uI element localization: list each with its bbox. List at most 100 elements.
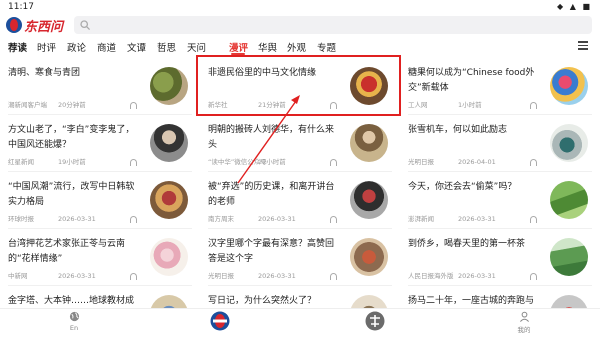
headphone-icon[interactable] xyxy=(530,273,537,280)
article-date: 19小时前 xyxy=(58,158,86,166)
article-thumbnail xyxy=(350,238,388,276)
article-date: 2026-03-31 xyxy=(258,272,296,280)
article-date: 2026-03-31 xyxy=(58,215,96,223)
article-card[interactable]: 扬马二十年，一座古城的奔跑与 xyxy=(400,286,596,308)
article-card[interactable]: 明朝的搬砖人刘德华，有什么来头 “读中华”微信公众号 22小时前 xyxy=(200,115,396,172)
article-source: 环球时报 xyxy=(8,215,34,223)
article-title: 清明、寒食与青团 xyxy=(8,68,81,78)
article-thumbnail xyxy=(150,67,188,105)
article-card[interactable]: 方文山老了，“李白”变李鬼了，中国风还能爆？ 红星新闻 19小时前 xyxy=(0,115,196,172)
article-thumbnail xyxy=(550,238,588,276)
article-date: 2026-03-31 xyxy=(458,215,496,223)
article-title: 今天，你还会去“偷菜”吗？ xyxy=(408,182,517,192)
globe-icon xyxy=(69,311,79,322)
tab-english[interactable]: En xyxy=(44,311,104,332)
article-title: 金字塔、大本钟……地球教材成 xyxy=(8,296,135,306)
article-source: 南方周末 xyxy=(208,215,234,223)
article-date: 2026-03-31 xyxy=(258,215,296,223)
article-thumbnail xyxy=(150,181,188,219)
headphone-icon[interactable] xyxy=(130,273,137,280)
headphone-icon[interactable] xyxy=(330,273,337,280)
article-thumbnail xyxy=(550,67,588,105)
tab-channel[interactable]: 荐读 xyxy=(8,40,27,54)
menu-icon[interactable] xyxy=(578,41,588,50)
headphone-icon[interactable] xyxy=(530,216,537,223)
tab-channel[interactable]: 商道 xyxy=(97,40,116,54)
logo-text: 东西问 xyxy=(24,19,64,35)
article-thumbnail xyxy=(550,295,588,308)
tab-channel[interactable]: 文谭 xyxy=(127,40,146,54)
tab-channel[interactable]: 天问 xyxy=(187,40,206,54)
headphone-icon[interactable] xyxy=(330,159,337,166)
tab-channel[interactable]: 外观 xyxy=(287,40,306,54)
article-card[interactable]: 金字塔、大本钟……地球教材成 xyxy=(0,286,196,308)
article-date: 2026-04-01 xyxy=(458,158,496,166)
article-title: 到侨乡，喝春天里的第一杯茶 xyxy=(408,239,526,249)
status-bar: 11:17 ◆ ▲ ■ xyxy=(0,0,600,14)
article-source: 工人网 xyxy=(408,101,428,109)
search-input[interactable] xyxy=(74,16,592,34)
article-title: 写日记，为什么突然火了？ xyxy=(208,296,317,306)
article-source: 澎湃新闻 xyxy=(408,215,434,223)
article-thumbnail xyxy=(150,238,188,276)
channel-tabs: 荐读 时评 政论 商道 文谭 哲思 天问 漫评 华舆 外观 专题 xyxy=(0,38,600,56)
article-title: 明朝的搬砖人刘德华，有什么来头 xyxy=(208,125,335,150)
article-date: 1小时前 xyxy=(458,101,482,109)
tab-channel[interactable]: 政论 xyxy=(67,40,86,54)
article-thumbnail xyxy=(350,181,388,219)
tab-ai-assistant[interactable] xyxy=(345,311,405,333)
tab-channel[interactable]: 漫评 xyxy=(229,40,248,54)
tab-profile[interactable]: 我的 xyxy=(494,311,554,334)
headphone-icon[interactable] xyxy=(530,159,537,166)
article-source: 中新网 xyxy=(8,272,28,280)
top-bar: 东西问 xyxy=(0,14,600,36)
article-thumbnail xyxy=(550,181,588,219)
profile-icon xyxy=(519,311,529,322)
tab-channel[interactable]: 哲思 xyxy=(157,40,176,54)
article-card[interactable]: 汉字里哪个字最有深意？高赞回答是这个字光明日报 2026-03-31 xyxy=(200,229,396,286)
article-card[interactable]: 张雪机车，何以如此励志 光明日报 2026-04-01 xyxy=(400,115,596,172)
article-date: 20分钟前 xyxy=(58,101,86,109)
app-logo[interactable]: 东西问 xyxy=(6,16,64,35)
article-title: 汉字里哪个字最有深意？高赞回答是这个字 xyxy=(208,239,335,264)
article-title: 方文山老了，“李白”变李鬼了，中国风还能爆？ xyxy=(8,125,135,150)
article-date: 22小时前 xyxy=(258,158,286,166)
article-thumbnail xyxy=(150,295,188,308)
article-card[interactable]: 到侨乡，喝春天里的第一杯茶 人民日报海外版 2026-03-31 xyxy=(400,229,596,286)
tab-home[interactable] xyxy=(190,311,250,333)
article-thumbnail xyxy=(350,124,388,162)
logo-mark-icon xyxy=(6,17,22,33)
ai-assistant-icon xyxy=(365,311,385,331)
headphone-icon[interactable] xyxy=(330,216,337,223)
article-card[interactable]: 清明、寒食与青团 潮新闻客户端 20分钟前 xyxy=(0,58,196,115)
article-card[interactable]: 今天，你还会去“偷菜”吗？ 澎湃新闻 2026-03-31 xyxy=(400,172,596,229)
tab-english-label: En xyxy=(69,324,79,332)
headphone-icon[interactable] xyxy=(130,159,137,166)
annotation-highlight-box xyxy=(196,55,401,116)
article-title: 糖果何以成为“Chinese food外交”新载体 xyxy=(408,68,535,93)
article-title: 扬马二十年，一座古城的奔跑与 xyxy=(408,296,535,306)
article-title: 台湾押花艺术家张正苓与云南的“花样情缘” xyxy=(8,239,126,264)
article-source: 光明日报 xyxy=(408,158,434,166)
article-date: 2026-03-31 xyxy=(458,272,496,280)
article-source: 人民日报海外版 xyxy=(408,272,454,280)
home-logo-icon xyxy=(210,311,230,331)
tab-channel[interactable]: 华舆 xyxy=(258,40,277,54)
tab-channel[interactable]: 专题 xyxy=(317,40,336,54)
tab-channel[interactable]: 时评 xyxy=(37,40,56,54)
tab-profile-label: 我的 xyxy=(517,326,531,334)
article-thumbnail xyxy=(550,124,588,162)
article-card[interactable]: 写日记，为什么突然火了？ xyxy=(200,286,396,308)
headphone-icon[interactable] xyxy=(130,102,137,109)
article-source: 光明日报 xyxy=(208,272,234,280)
article-card[interactable]: “中国风潮”流行，改写中日韩软实力格局 环球时报 2026-03-31 xyxy=(0,172,196,229)
article-card[interactable]: 糖果何以成为“Chinese food外交”新载体工人网 1小时前 xyxy=(400,58,596,115)
article-card[interactable]: 被“弃选”的历史课，和离开讲台的老师南方周末 2026-03-31 xyxy=(200,172,396,229)
status-icons: ◆ ▲ ■ xyxy=(557,2,592,11)
article-title: 被“弃选”的历史课，和离开讲台的老师 xyxy=(208,182,335,207)
headphone-icon[interactable] xyxy=(530,102,537,109)
article-card[interactable]: 台湾押花艺术家张正苓与云南的“花样情缘” 中新网 2026-03-31 xyxy=(0,229,196,286)
headphone-icon[interactable] xyxy=(130,216,137,223)
status-time: 11:17 xyxy=(8,2,34,12)
bottom-tab-bar: En 我的 xyxy=(0,308,600,337)
